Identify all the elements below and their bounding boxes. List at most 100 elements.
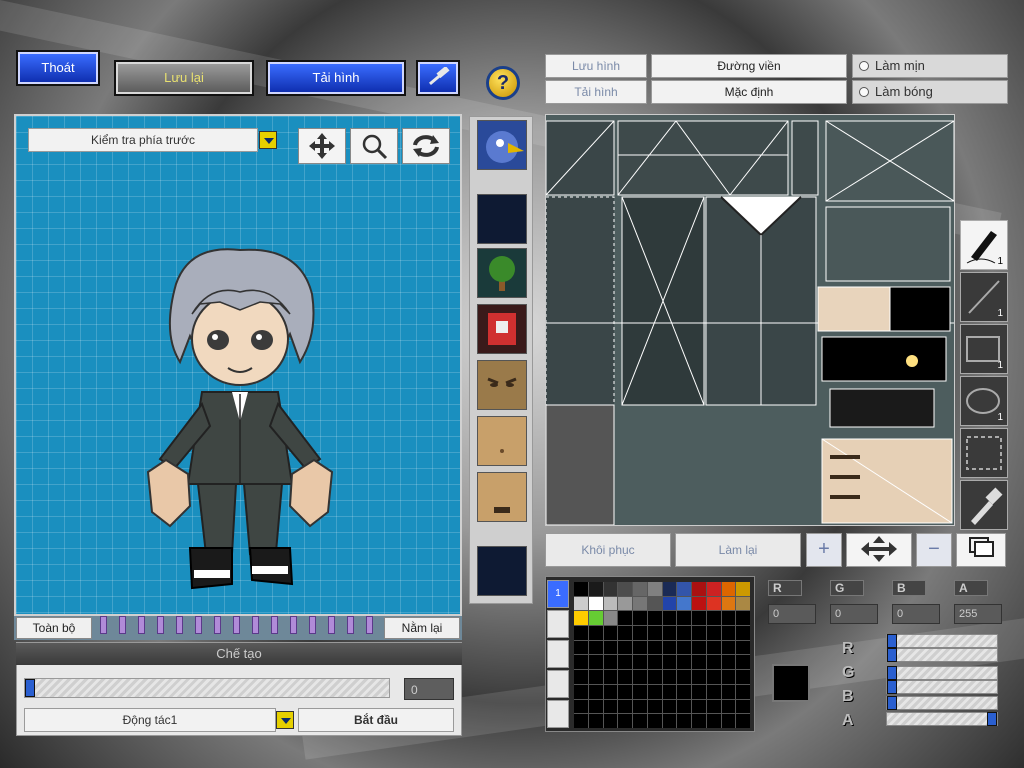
palette-swatch[interactable] <box>603 640 618 655</box>
palette-tab-4[interactable] <box>547 670 569 698</box>
part-slot-face-2[interactable] <box>477 416 527 466</box>
palette-swatch[interactable] <box>633 670 647 684</box>
palette-swatch[interactable] <box>706 626 721 640</box>
palette-swatch[interactable] <box>647 596 662 611</box>
palette-tab-3[interactable] <box>547 640 569 668</box>
palette-swatch[interactable] <box>662 670 677 684</box>
palette-swatch[interactable] <box>662 684 677 699</box>
palette-swatch[interactable] <box>706 670 721 684</box>
exit-button[interactable]: Thoát <box>16 50 100 86</box>
palette-swatch[interactable] <box>677 640 691 655</box>
palette-swatch[interactable] <box>603 626 618 640</box>
palette-swatch[interactable] <box>633 626 647 640</box>
b-slider[interactable] <box>886 696 998 710</box>
palette-swatch[interactable] <box>662 611 677 626</box>
part-slot-empty[interactable] <box>477 546 527 596</box>
palette-swatch[interactable] <box>633 714 647 728</box>
palette-swatch[interactable] <box>721 626 736 640</box>
palette-swatch[interactable] <box>618 611 632 626</box>
palette-swatch[interactable] <box>662 582 677 596</box>
palette-swatch[interactable] <box>662 714 677 728</box>
g-slider-track[interactable] <box>886 680 998 694</box>
frame-marker[interactable] <box>157 616 164 634</box>
load-image-tab[interactable]: Tải hình <box>545 80 647 104</box>
texture-canvas[interactable] <box>545 114 955 526</box>
save-image-tab[interactable]: Lưu hình <box>545 54 647 78</box>
palette-swatch[interactable] <box>603 596 618 611</box>
palette-swatch[interactable] <box>706 714 721 728</box>
progress-slider[interactable] <box>24 678 390 698</box>
palette-swatch[interactable] <box>677 655 691 670</box>
palette-swatch[interactable] <box>588 684 603 699</box>
action-select-dropdown-icon[interactable] <box>276 711 294 729</box>
palette-swatch[interactable] <box>692 714 706 728</box>
palette-swatch[interactable] <box>706 582 721 596</box>
palette-swatch[interactable] <box>647 582 662 596</box>
palette-swatch[interactable] <box>721 670 736 684</box>
palette-swatch[interactable] <box>692 640 706 655</box>
frame-marker[interactable] <box>309 616 316 634</box>
palette-swatch[interactable] <box>736 714 750 728</box>
frame-marker[interactable] <box>100 616 107 634</box>
ellipse-tool[interactable]: 1 <box>960 376 1008 426</box>
r-slider-track[interactable] <box>886 648 998 662</box>
palette-swatch[interactable] <box>721 684 736 699</box>
palette-swatch[interactable] <box>588 670 603 684</box>
part-slot-face-3[interactable] <box>477 472 527 522</box>
move-canvas-button[interactable] <box>846 533 912 567</box>
rectangle-tool[interactable]: 1 <box>960 324 1008 374</box>
palette-swatch[interactable] <box>574 596 588 611</box>
part-slot-face-1[interactable] <box>477 360 527 410</box>
palette-swatch[interactable] <box>692 596 706 611</box>
palette-swatch[interactable] <box>677 596 691 611</box>
palette-swatch[interactable] <box>588 699 603 714</box>
palette-swatch[interactable] <box>647 699 662 714</box>
start-button[interactable]: Bắt đầu <box>298 708 454 732</box>
outline-tab[interactable]: Đường viền <box>651 54 847 78</box>
eyedropper-tool[interactable] <box>960 480 1008 530</box>
palette-swatch[interactable] <box>677 684 691 699</box>
palette-swatch[interactable] <box>692 611 706 626</box>
palette-swatch[interactable] <box>647 611 662 626</box>
save-button[interactable]: Lưu lại <box>114 60 254 96</box>
palette-swatch[interactable] <box>706 655 721 670</box>
r-value-field[interactable]: 0 <box>768 604 816 624</box>
palette-swatch[interactable] <box>677 582 691 596</box>
g-slider[interactable] <box>886 666 998 680</box>
g-slider-knob[interactable] <box>887 666 897 680</box>
palette-swatch[interactable] <box>662 699 677 714</box>
shine-option[interactable]: Làm bóng <box>852 80 1008 104</box>
palette-swatch[interactable] <box>647 684 662 699</box>
palette-tab-1[interactable]: 1 <box>547 580 569 608</box>
part-slot-empty[interactable] <box>477 194 527 244</box>
default-tab[interactable]: Mặc định <box>651 80 847 104</box>
palette-swatch[interactable] <box>721 582 736 596</box>
palette-swatch[interactable] <box>706 640 721 655</box>
palette-swatch[interactable] <box>692 626 706 640</box>
palette-swatch[interactable] <box>736 582 750 596</box>
reload-image-button[interactable]: Tải hình <box>266 60 406 96</box>
palette-swatch[interactable] <box>736 626 750 640</box>
palette-swatch[interactable] <box>574 626 588 640</box>
palette-swatch[interactable] <box>603 670 618 684</box>
palette-swatch[interactable] <box>721 640 736 655</box>
palette-swatch[interactable] <box>603 655 618 670</box>
palette-swatch[interactable] <box>588 596 603 611</box>
palette-swatch[interactable] <box>588 626 603 640</box>
b-slider-knob[interactable] <box>887 696 897 710</box>
palette-swatch[interactable] <box>633 640 647 655</box>
palette-swatch[interactable] <box>721 699 736 714</box>
palette-swatch[interactable] <box>692 684 706 699</box>
palette-swatch[interactable] <box>618 684 632 699</box>
palette-swatch[interactable] <box>574 714 588 728</box>
a-slider-knob[interactable] <box>987 712 997 726</box>
palette-swatch[interactable] <box>677 611 691 626</box>
palette-swatch[interactable] <box>588 582 603 596</box>
palette-swatch[interactable] <box>618 699 632 714</box>
palette-swatch[interactable] <box>677 699 691 714</box>
all-button[interactable]: Toàn bộ <box>16 617 92 639</box>
frame-marker[interactable] <box>366 616 373 634</box>
smooth-option[interactable]: Làm mịn <box>852 54 1008 78</box>
zoom-button[interactable] <box>350 128 398 164</box>
frame-marker[interactable] <box>347 616 354 634</box>
